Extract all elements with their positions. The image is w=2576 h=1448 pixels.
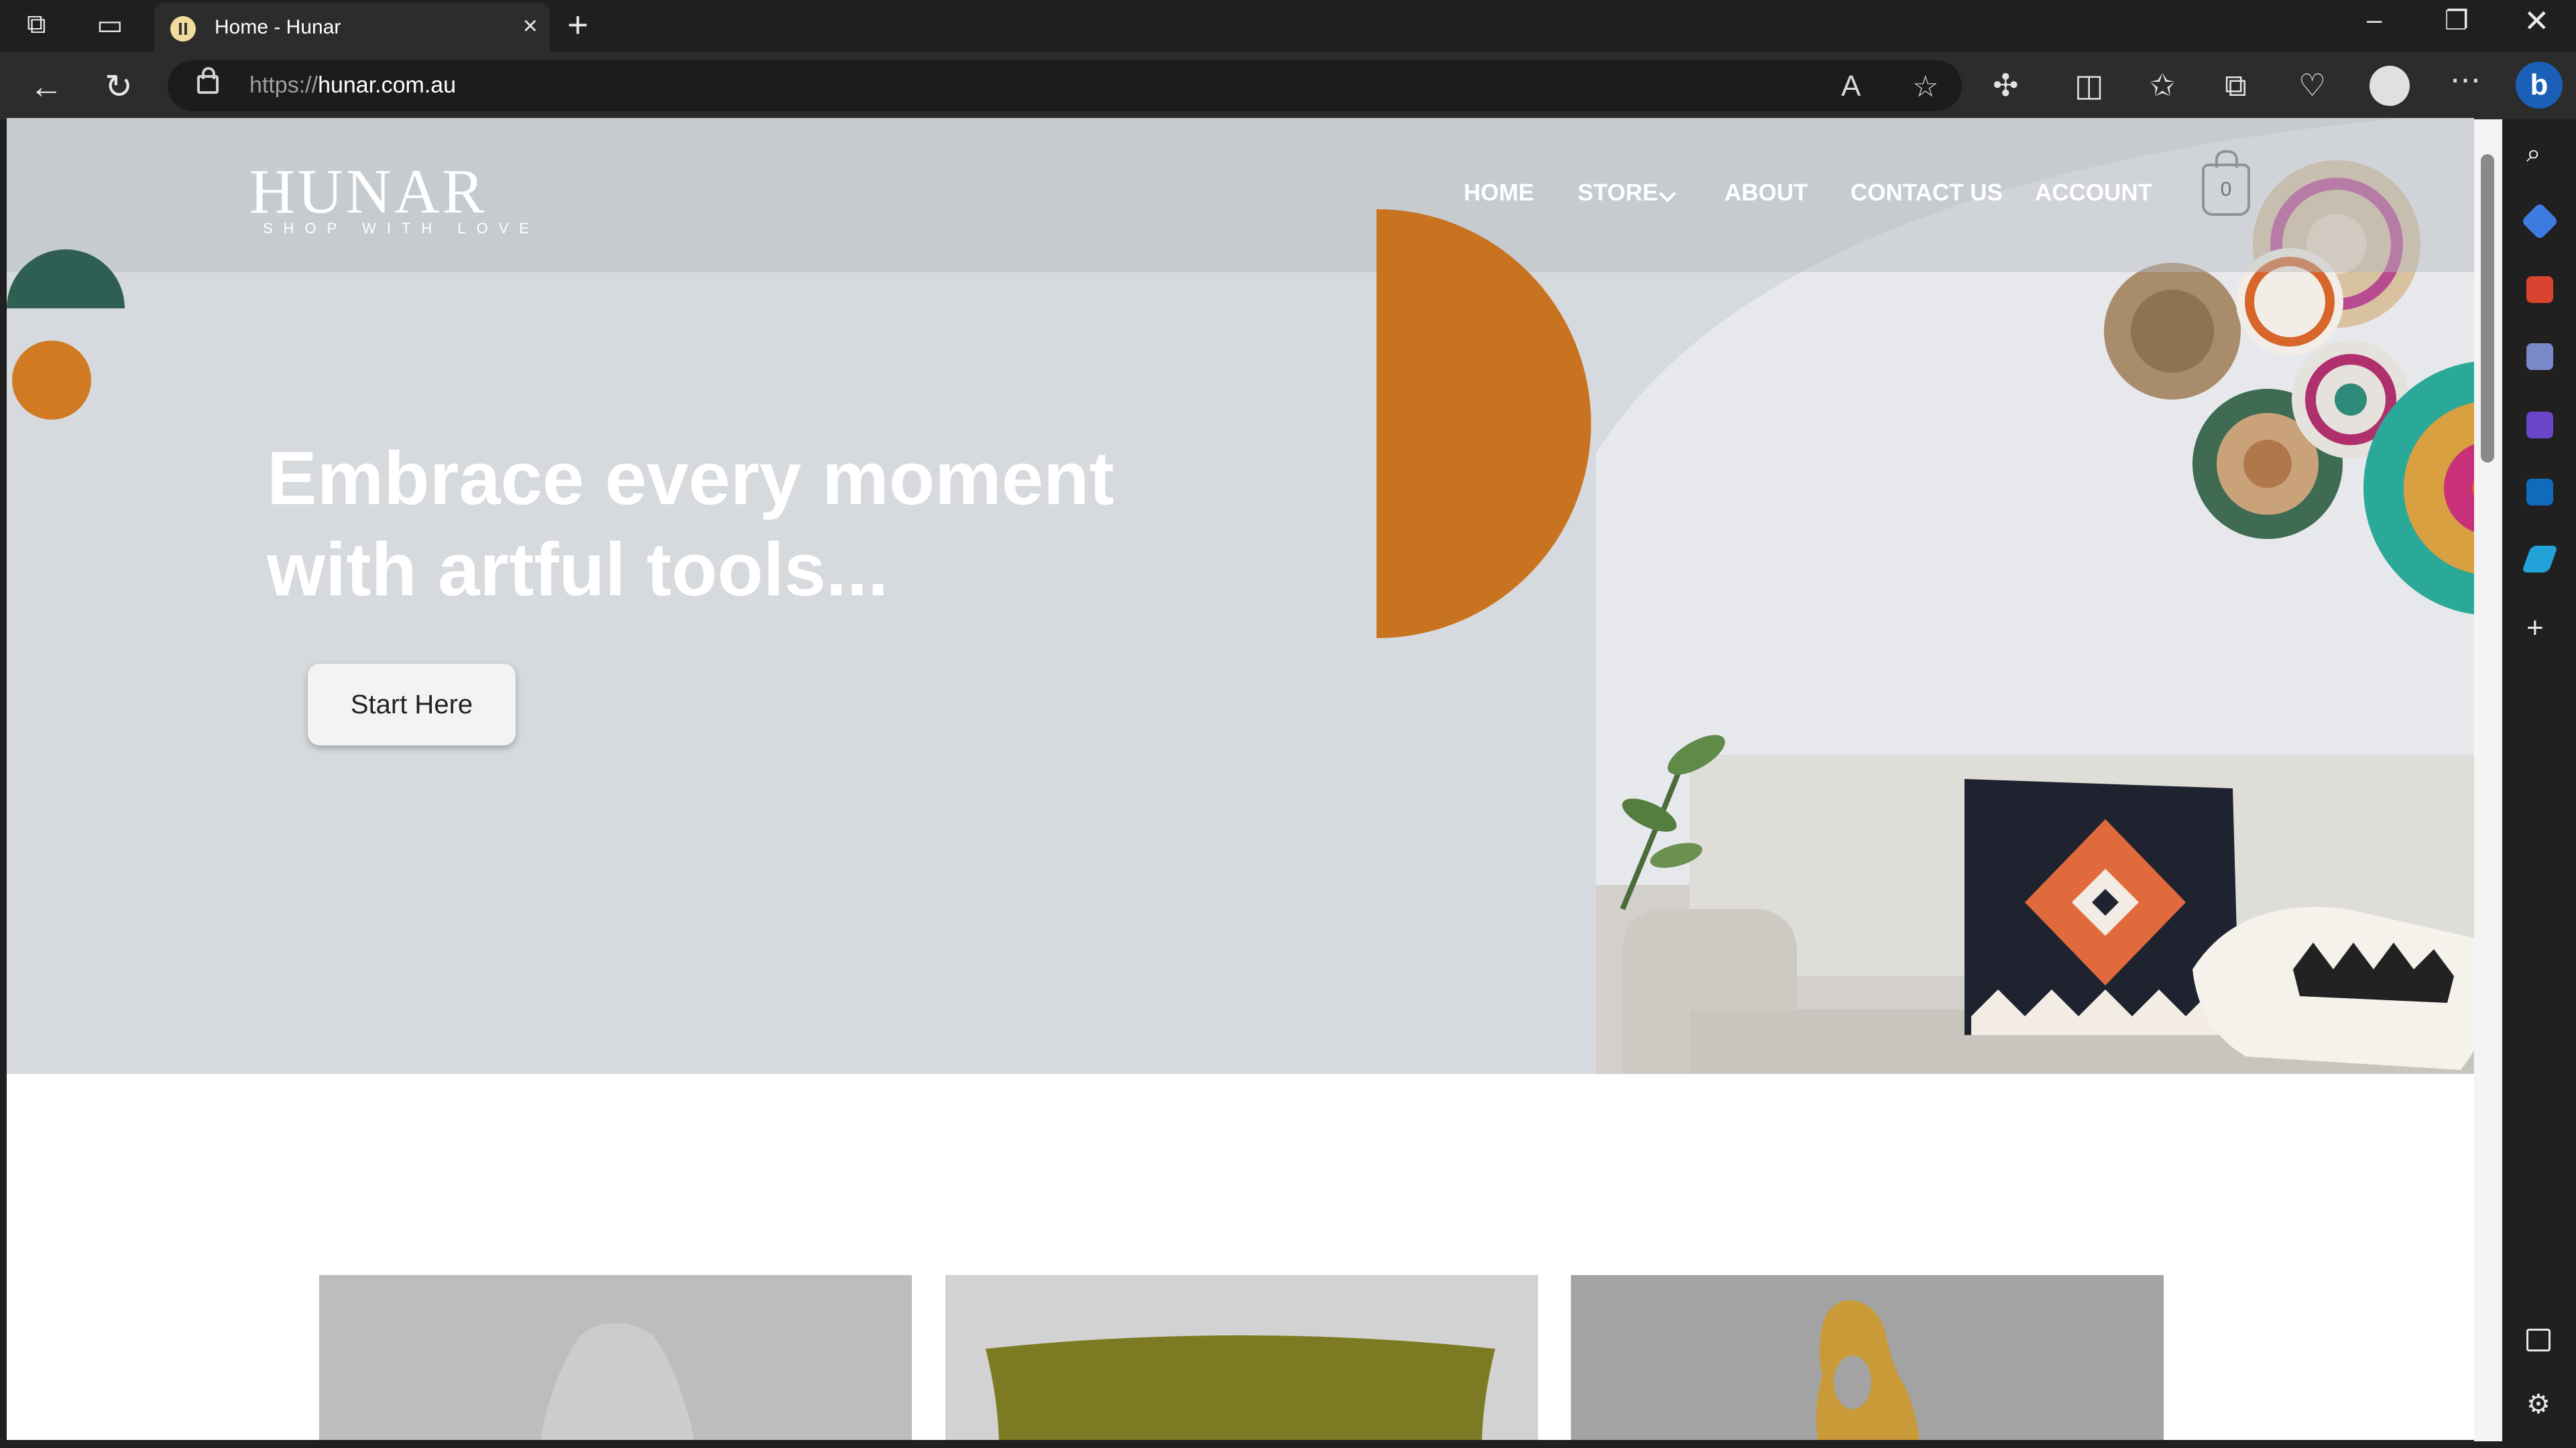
back-icon[interactable]: ← <box>30 67 63 106</box>
outlook-icon[interactable] <box>2526 479 2553 505</box>
page-scrollbar[interactable] <box>2474 119 2502 1441</box>
browser-toolbar: ← ↻ https://hunar.com.au A ☆ ✣ ◫ ✩ ⧉ ♡ ⋯… <box>0 52 2576 119</box>
office-icon[interactable] <box>2526 412 2553 438</box>
settings-icon[interactable]: ⚙ <box>2526 1389 2553 1419</box>
product-card-gold-vase[interactable] <box>1571 1275 2164 1440</box>
profile-icon[interactable] <box>2369 66 2410 106</box>
start-here-button[interactable]: Start Here <box>308 664 516 745</box>
split-screen-icon[interactable]: ◫ <box>2074 67 2103 103</box>
nav-about[interactable]: ABOUT <box>1724 180 1808 206</box>
window-close-icon[interactable]: ✕ <box>2524 3 2550 39</box>
active-tab[interactable]: Home - Hunar × <box>154 3 550 55</box>
refresh-icon[interactable]: ↻ <box>105 67 133 106</box>
cushion-image <box>986 1335 1495 1440</box>
browser-essentials-icon[interactable]: ♡ <box>2298 67 2326 103</box>
nav-account[interactable]: ACCOUNT <box>2035 180 2152 206</box>
scrollbar-thumb[interactable] <box>2481 154 2494 463</box>
send-icon[interactable] <box>2521 546 2559 572</box>
copilot-icon[interactable]: b <box>2516 62 2563 109</box>
product-card-cushion[interactable] <box>945 1275 1538 1440</box>
minimize-icon[interactable]: – <box>2367 5 2382 36</box>
tab-actions-icon[interactable]: ▭ <box>97 8 123 41</box>
address-bar[interactable]: https://hunar.com.au A ☆ <box>168 60 1962 111</box>
decor-orange-half-circle <box>1377 209 1591 638</box>
close-icon[interactable]: × <box>523 12 538 41</box>
hero-headline: Embrace every moment with artful tools..… <box>267 436 1114 611</box>
restore-icon[interactable]: ❐ <box>2445 5 2469 36</box>
site-logo[interactable]: HUNAR <box>249 156 487 228</box>
favorite-star-icon[interactable]: ☆ <box>1912 70 1938 104</box>
add-icon[interactable]: + <box>2526 611 2553 644</box>
edge-sidebar: ⌕ + ⚙ <box>2502 119 2576 1448</box>
vase-image <box>540 1323 694 1440</box>
site-tagline: SHOP WITH LOVE <box>263 220 540 237</box>
site-favicon-icon <box>170 16 196 42</box>
games-icon[interactable] <box>2526 343 2553 370</box>
sidebar-toggle-icon[interactable] <box>2526 1329 2551 1351</box>
tools-icon[interactable] <box>2526 276 2553 303</box>
tab-title: Home - Hunar <box>215 16 341 38</box>
new-tab-icon[interactable]: + <box>567 4 589 46</box>
cart-count: 0 <box>2220 178 2232 200</box>
cart-icon[interactable]: 0 <box>2202 150 2250 216</box>
hero-section: HUNAR SHOP WITH LOVE HOME STORE ABOUT CO… <box>7 118 2474 1074</box>
nav-home[interactable]: HOME <box>1464 180 1534 206</box>
search-icon[interactable]: ⌕ <box>2526 139 2553 168</box>
product-card-vase[interactable] <box>319 1275 912 1440</box>
lock-icon[interactable] <box>197 67 219 94</box>
page-viewport: HUNAR SHOP WITH LOVE HOME STORE ABOUT CO… <box>7 118 2474 1440</box>
extensions-icon[interactable]: ✣ <box>1993 67 2019 103</box>
favorites-icon[interactable]: ✩ <box>2150 67 2176 103</box>
url-text[interactable]: https://hunar.com.au <box>249 72 456 99</box>
shopping-icon[interactable] <box>2520 202 2559 241</box>
read-aloud-icon[interactable]: A <box>1841 70 1861 103</box>
tab-strip: ⧉ ▭ Home - Hunar × + – ❐ ✕ <box>0 0 2576 55</box>
decor-orange-circle <box>12 341 91 420</box>
nav-store[interactable]: STORE <box>1578 180 1658 206</box>
gold-vase-image <box>1571 1275 2164 1440</box>
collections-icon[interactable]: ⧉ <box>2225 67 2247 105</box>
workspaces-icon[interactable]: ⧉ <box>27 9 46 40</box>
more-icon[interactable]: ⋯ <box>2450 62 2481 98</box>
nav-contact[interactable]: CONTACT US <box>1851 180 2003 206</box>
